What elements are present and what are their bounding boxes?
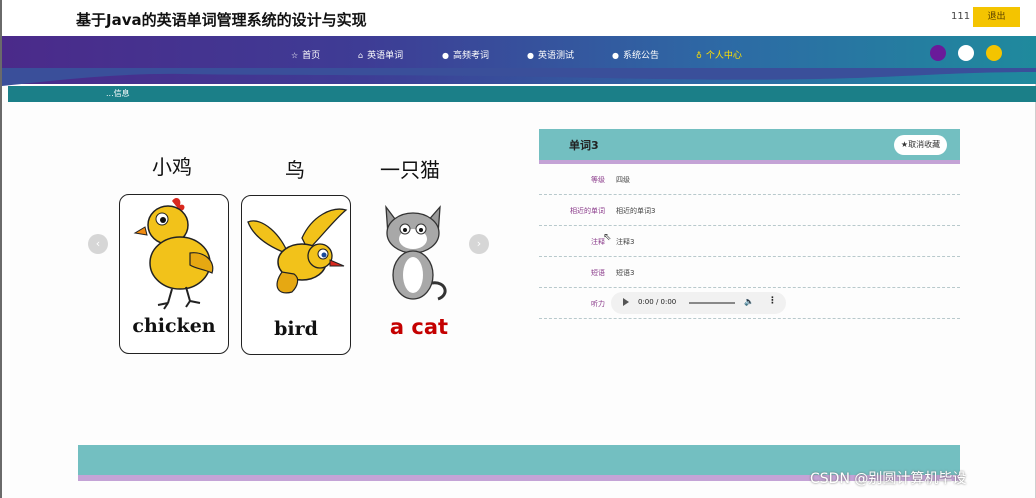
word-card-chicken[interactable]: chicken [119,194,229,354]
audio-player[interactable]: 0:00 / 0:00 🔈 ⋮ [611,292,786,314]
detail-row-similar: 相近的单词 相近的单词3 [539,195,960,226]
nav-home[interactable]: ☆ 首页 [291,48,320,61]
detail-row-listening: 听力 0:00 / 0:00 🔈 ⋮ [539,288,960,319]
nav-english-words[interactable]: ⌂ 英语单词 [358,48,403,61]
cat-illustration [385,204,447,301]
watermark: CSDN @别圆计算机毕设 [810,471,967,487]
theme-dot-yellow[interactable] [986,45,1002,61]
volume-icon[interactable]: 🔈 [744,297,754,306]
breadcrumb: ...信息 [8,86,138,102]
nav-personal-center[interactable]: ♁ 个人中心 [696,48,742,61]
audio-time: 0:00 / 0:00 [638,298,677,306]
logout-button[interactable]: 退出 [973,7,1020,27]
detail-row-phrase: 短语 短语3 [539,257,960,288]
star-icon: ★ [900,140,909,149]
nav-announcements[interactable]: ● 系统公告 [612,48,659,61]
breadcrumb-bar [132,86,1036,102]
circle-icon: ● [527,51,534,60]
circle-icon: ● [442,51,449,60]
nav-english-test[interactable]: ● 英语测试 [527,48,574,61]
card-caption-bird: 鸟 [285,158,305,182]
word-card-bird[interactable]: bird [241,195,351,355]
card-caption-chicken: 小鸡 [152,155,192,179]
site-title: 基于Java的英语单词管理系统的设计与实现 [76,11,367,29]
bird-illustration [247,208,348,294]
word-card-cat[interactable]: a cat [364,195,474,355]
unfavorite-button[interactable]: ★取消收藏 [894,135,947,155]
card-word-chicken: chicken [132,315,216,337]
username: 111 [951,11,971,22]
star-icon: ☆ [291,51,299,60]
word-detail-panel: 单词3 ★取消收藏 等级 四级 相近的单词 相近的单词3 注释 注释3 短语 短… [539,129,960,319]
word-title: 单词3 [569,139,599,152]
panel-header: 单词3 ★取消收藏 [539,129,960,160]
audio-progress-track[interactable] [689,302,735,304]
chicken-illustration [133,198,214,310]
app-window: 基于Java的英语单词管理系统的设计与实现 111 退出 ☆ 首页 ⌂ 英语单词 ●… [0,0,1036,498]
card-caption-cat: 一只猫 [380,158,440,182]
play-icon[interactable] [623,298,629,306]
carousel-prev-button[interactable]: ‹ [88,234,108,254]
card-word-bird: bird [274,318,318,340]
circle-icon: ● [612,51,619,60]
card-word-cat: a cat [389,315,449,339]
more-options-icon[interactable]: ⋮ [768,296,777,306]
nav-frequent-words[interactable]: ● 高频考词 [442,48,489,61]
theme-dot-purple[interactable] [930,45,946,61]
detail-row-level: 等级 四级 [539,164,960,195]
theme-dot-white[interactable] [958,45,974,61]
top-bar: 基于Java的英语单词管理系统的设计与实现 111 退出 [2,0,1036,36]
user-icon: ♁ [696,51,702,60]
home-icon: ⌂ [358,51,364,60]
mouse-cursor-icon: ⇖ [603,232,612,243]
